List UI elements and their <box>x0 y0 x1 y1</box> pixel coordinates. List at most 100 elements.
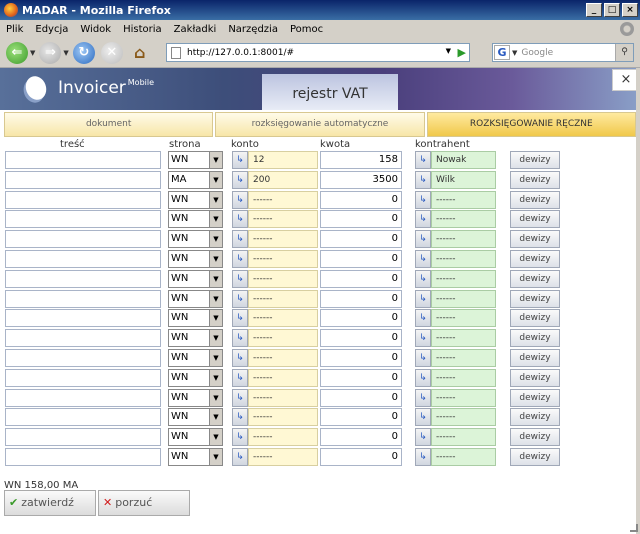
confirm-button[interactable]: ✔ zatwierdź <box>4 490 96 516</box>
url-bar[interactable]: http://127.0.0.1:8001/# ▼ ▶ <box>166 43 470 62</box>
kwota-input[interactable]: 0 <box>320 250 402 268</box>
kontrahent-lookup-button[interactable]: ↳ <box>415 250 431 268</box>
home-icon[interactable]: ⌂ <box>129 42 151 64</box>
menu-item[interactable]: Plik <box>6 24 23 35</box>
chevron-down-icon[interactable]: ▼ <box>209 330 222 347</box>
kwota-input[interactable]: 0 <box>320 388 402 407</box>
kontrahent-lookup-button[interactable]: ↳ <box>415 408 431 427</box>
kwota-input[interactable]: 0 <box>320 210 402 229</box>
kwota-input[interactable]: 3500 <box>320 170 402 189</box>
kontrahent-lookup-button[interactable]: ↳ <box>415 210 431 229</box>
dewizy-button[interactable]: dewizy <box>510 269 560 288</box>
konto-lookup-button[interactable]: ↳ <box>232 230 248 249</box>
konto-lookup-button[interactable]: ↳ <box>232 428 248 447</box>
chevron-down-icon[interactable]: ▼ <box>209 191 222 208</box>
kontrahent-field[interactable]: ------ <box>431 388 496 407</box>
kontrahent-lookup-button[interactable]: ↳ <box>415 309 431 328</box>
strona-select[interactable]: WN ▼ <box>168 368 223 387</box>
konto-lookup-button[interactable]: ↳ <box>232 170 248 189</box>
menu-item[interactable]: Widok <box>80 24 111 35</box>
konto-lookup-button[interactable]: ↳ <box>232 408 248 427</box>
search-icon[interactable]: ⚲ <box>615 44 633 61</box>
go-icon[interactable]: ▶ <box>458 46 466 59</box>
kontrahent-lookup-button[interactable]: ↳ <box>415 170 431 189</box>
minimize-icon[interactable]: _ <box>586 3 602 17</box>
konto-field[interactable]: ------ <box>248 210 318 229</box>
chevron-down-icon[interactable]: ▼ <box>209 350 222 366</box>
tresc-input[interactable] <box>5 151 161 169</box>
dewizy-button[interactable]: dewizy <box>510 151 560 169</box>
konto-lookup-button[interactable]: ↳ <box>232 349 248 367</box>
tab-rozksiegowanie-automatyczne[interactable]: rozksięgowanie automatyczne <box>215 112 425 137</box>
tresc-input[interactable] <box>5 289 161 308</box>
kwota-input[interactable]: 0 <box>320 309 402 328</box>
dewizy-button[interactable]: dewizy <box>510 170 560 189</box>
konto-field[interactable]: ------ <box>248 448 318 466</box>
konto-lookup-button[interactable]: ↳ <box>232 151 248 169</box>
tresc-input[interactable] <box>5 388 161 407</box>
tresc-input[interactable] <box>5 230 161 249</box>
kontrahent-lookup-button[interactable]: ↳ <box>415 151 431 169</box>
konto-field[interactable]: ------ <box>248 408 318 427</box>
tresc-input[interactable] <box>5 448 161 466</box>
kontrahent-lookup-button[interactable]: ↳ <box>415 349 431 367</box>
menu-item[interactable]: Edycja <box>35 24 68 35</box>
forward-icon[interactable]: ⇒ <box>39 41 62 64</box>
kontrahent-field[interactable]: ------ <box>431 428 496 447</box>
konto-lookup-button[interactable]: ↳ <box>232 388 248 407</box>
kwota-input[interactable]: 0 <box>320 448 402 466</box>
konto-lookup-button[interactable]: ↳ <box>232 448 248 466</box>
chevron-down-icon[interactable]: ▼ <box>209 152 222 168</box>
url-dropdown-icon[interactable]: ▼ <box>446 47 451 55</box>
back-history-dropdown-icon[interactable]: ▼ <box>30 49 35 57</box>
reload-icon[interactable]: ↻ <box>72 41 95 64</box>
dewizy-button[interactable]: dewizy <box>510 329 560 348</box>
konto-field[interactable]: 200 <box>248 170 318 189</box>
kwota-input[interactable]: 0 <box>320 329 402 348</box>
kwota-input[interactable]: 0 <box>320 190 402 209</box>
tresc-input[interactable] <box>5 210 161 229</box>
kontrahent-field[interactable]: Nowak <box>431 151 496 169</box>
kontrahent-lookup-button[interactable]: ↳ <box>415 388 431 407</box>
tresc-input[interactable] <box>5 428 161 447</box>
strona-select[interactable]: WN ▼ <box>168 329 223 348</box>
menu-item[interactable]: Historia <box>123 24 162 35</box>
kontrahent-lookup-button[interactable]: ↳ <box>415 428 431 447</box>
strona-select[interactable]: WN ▼ <box>168 190 223 209</box>
kontrahent-field[interactable]: ------ <box>431 210 496 229</box>
tresc-input[interactable] <box>5 349 161 367</box>
strona-select[interactable]: WN ▼ <box>168 448 223 466</box>
strona-select[interactable]: WN ▼ <box>168 388 223 407</box>
chevron-down-icon[interactable]: ▼ <box>209 211 222 228</box>
tresc-input[interactable] <box>5 329 161 348</box>
strona-select[interactable]: WN ▼ <box>168 250 223 268</box>
dewizy-button[interactable]: dewizy <box>510 250 560 268</box>
chevron-down-icon[interactable]: ▼ <box>209 449 222 465</box>
konto-lookup-button[interactable]: ↳ <box>232 309 248 328</box>
dewizy-button[interactable]: dewizy <box>510 349 560 367</box>
tab-rozksiegowanie-reczne[interactable]: ROZKSIĘGOWANIE RĘCZNE <box>426 112 636 137</box>
strona-select[interactable]: MA ▼ <box>168 170 223 189</box>
kontrahent-lookup-button[interactable]: ↳ <box>415 448 431 466</box>
kwota-input[interactable]: 0 <box>320 269 402 288</box>
strona-select[interactable]: WN ▼ <box>168 408 223 427</box>
page-tab-rejestr-vat[interactable]: rejestr VAT <box>262 74 398 110</box>
konto-field[interactable]: ------ <box>248 388 318 407</box>
konto-field[interactable]: 12 <box>248 151 318 169</box>
konto-lookup-button[interactable]: ↳ <box>232 210 248 229</box>
kwota-input[interactable]: 0 <box>320 408 402 427</box>
konto-lookup-button[interactable]: ↳ <box>232 269 248 288</box>
dewizy-button[interactable]: dewizy <box>510 190 560 209</box>
konto-field[interactable]: ------ <box>248 368 318 387</box>
konto-lookup-button[interactable]: ↳ <box>232 368 248 387</box>
strona-select[interactable]: WN ▼ <box>168 349 223 367</box>
konto-field[interactable]: ------ <box>248 309 318 328</box>
chevron-down-icon[interactable]: ▼ <box>209 231 222 248</box>
kontrahent-field[interactable]: ------ <box>431 230 496 249</box>
google-icon[interactable]: G <box>494 45 510 60</box>
search-bar[interactable]: G ▼ Google ⚲ <box>492 43 634 62</box>
tresc-input[interactable] <box>5 309 161 328</box>
strona-select[interactable]: WN ▼ <box>168 289 223 308</box>
chevron-down-icon[interactable]: ▼ <box>209 409 222 426</box>
konto-field[interactable]: ------ <box>248 230 318 249</box>
